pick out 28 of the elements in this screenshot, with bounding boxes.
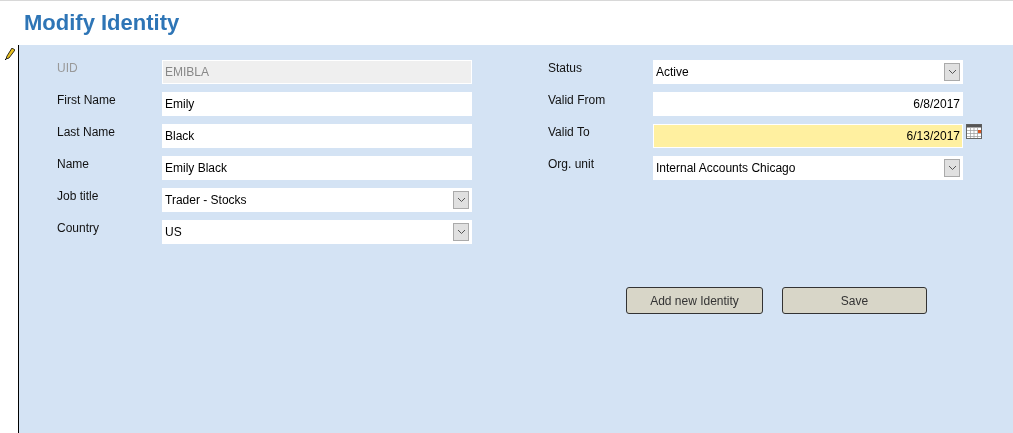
date-field[interactable]: 6/13/2017	[653, 124, 963, 148]
date-field[interactable]: 6/8/2017	[653, 92, 963, 116]
dropdown-field[interactable]: US	[162, 220, 472, 244]
add-identity-button[interactable]: Add new Identity	[626, 287, 763, 314]
chevron-down-icon[interactable]	[453, 223, 469, 241]
field-label: UID	[57, 60, 79, 75]
field-label: First Name	[57, 92, 117, 107]
input-field[interactable]: Emily	[162, 92, 472, 116]
field-label: Country	[57, 220, 101, 235]
field-label: Last Name	[57, 124, 117, 139]
field-label: Job title	[57, 188, 100, 203]
chevron-down-icon[interactable]	[944, 63, 960, 81]
dropdown-field[interactable]: Internal Accounts Chicago	[653, 156, 963, 180]
field-label: Valid From	[548, 92, 607, 107]
dropdown-field[interactable]: Trader - Stocks	[162, 188, 472, 212]
field-label: Status	[548, 60, 584, 75]
page-title: Modify Identity	[24, 10, 180, 36]
chevron-down-icon[interactable]	[453, 191, 469, 209]
input-field[interactable]: Emily Black	[162, 156, 472, 180]
field-label: Valid To	[548, 124, 591, 139]
field-label: Name	[57, 156, 90, 171]
calendar-icon[interactable]	[966, 124, 982, 139]
pencil-icon	[5, 48, 15, 60]
dropdown-field[interactable]: Active	[653, 60, 963, 84]
chevron-down-icon[interactable]	[944, 159, 960, 177]
field-label: Org. unit	[548, 156, 596, 171]
save-button[interactable]: Save	[782, 287, 927, 314]
input-field[interactable]: Black	[162, 124, 472, 148]
